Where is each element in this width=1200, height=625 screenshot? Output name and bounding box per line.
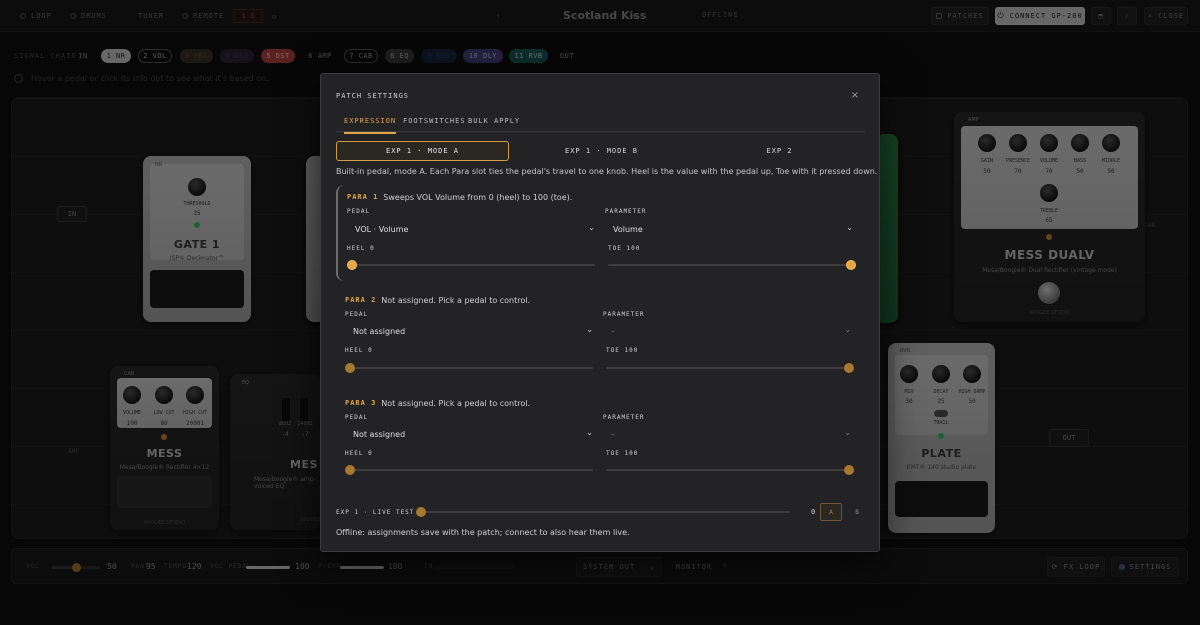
para-2-block: PARA 2 Not assigned. Pick a pedal to cont… [336, 288, 865, 384]
para-2-heel-thumb[interactable] [345, 363, 355, 373]
para-2-toe-thumb[interactable] [844, 363, 854, 373]
chevron-down-icon: ⌄ [844, 325, 851, 334]
chevron-down-icon: ⌄ [844, 428, 851, 437]
para-3-heel-label: HEEL 0 [345, 450, 373, 457]
para-3-parameter-label: PARAMETER [603, 414, 645, 421]
para-3-toe-track [606, 469, 854, 471]
para-2-toe-label: TOE 100 [606, 347, 639, 354]
para-3-toe-slider[interactable] [606, 465, 854, 475]
live-test-slider[interactable] [416, 507, 790, 517]
expression-description: Built-in pedal, mode A. Each Para slot t… [336, 167, 878, 176]
para-2-parameter-label: PARAMETER [603, 311, 645, 318]
para-2-heel-slider[interactable] [345, 363, 593, 373]
para-2-tag: PARA 2 [345, 296, 377, 304]
para-1-parameter-select[interactable]: Volume ⌄ [605, 219, 857, 239]
live-test-label: EXP 1 · LIVE TEST [336, 509, 415, 516]
para-2-toe-value: 100 [624, 347, 639, 354]
para-3-heel-value: 0 [368, 450, 373, 457]
para-1-text: Sweeps VOL Volume from 0 (heel) to 100 (… [383, 193, 573, 202]
live-test-row: EXP 1 · LIVE TEST 0 A B [336, 503, 866, 523]
chevron-down-icon: ⌄ [586, 428, 593, 437]
para-1-heel-slider[interactable] [347, 260, 595, 270]
para-3-toe-value: 100 [624, 450, 639, 457]
tab-bulk-apply[interactable]: BULK APPLY [468, 117, 520, 132]
para-3-header: PARA 3 Not assigned. Pick a pedal to cont… [345, 399, 530, 408]
para-3-heel-thumb[interactable] [345, 465, 355, 475]
para-1-block: PARA 1 Sweeps VOL Volume from 0 (heel) to… [336, 185, 865, 281]
para-1-pedal-select[interactable]: VOL · Volume ⌄ [347, 219, 599, 239]
para-1-heel-value: 0 [370, 245, 375, 252]
live-test-track [416, 511, 790, 513]
para-2-pedal-label: PEDAL [345, 311, 369, 318]
para-1-tag: PARA 1 [347, 193, 379, 201]
para-2-toe-slider[interactable] [606, 363, 854, 373]
offline-footnote: Offline: assignments save with the patch… [336, 528, 630, 537]
chevron-down-icon: ⌄ [588, 223, 595, 232]
modal-close-icon[interactable]: × [851, 90, 859, 101]
para-2-heel-value: 0 [368, 347, 373, 354]
para-3-text: Not assigned. Pick a pedal to control. [381, 399, 531, 408]
chevron-down-icon: ⌄ [846, 223, 853, 232]
segment-exp2[interactable]: EXP 2 [693, 141, 866, 161]
para-3-tag: PARA 3 [345, 399, 377, 407]
para-3-block: PARA 3 Not assigned. Pick a pedal to cont… [336, 391, 865, 487]
para-3-toe-label: TOE 100 [606, 450, 639, 457]
para-3-heel-slider[interactable] [345, 465, 593, 475]
live-test-a-button[interactable]: A [820, 503, 842, 521]
para-1-toe-track [608, 264, 856, 266]
para-1-toe-thumb[interactable] [846, 260, 856, 270]
para-1-heel-label: HEEL 0 [347, 245, 375, 252]
para-2-toe-track [606, 367, 854, 369]
modal-tabs: EXPRESSION FOOTSWITCHES BULK APPLY [336, 114, 865, 134]
para-2-pedal-select[interactable]: Not assigned ⌄ [345, 321, 597, 341]
para-3-heel-track [345, 469, 593, 471]
para-1-toe-value: 100 [626, 245, 641, 252]
para-1-toe-label: TOE 100 [608, 245, 641, 252]
live-test-value: 0 [811, 508, 817, 516]
para-3-toe-thumb[interactable] [844, 465, 854, 475]
modal-title: PATCH SETTINGS [336, 92, 410, 100]
tab-expression[interactable]: EXPRESSION [344, 117, 397, 134]
para-1-header: PARA 1 Sweeps VOL Volume from 0 (heel) to… [347, 193, 572, 202]
para-3-parameter-select[interactable]: – ⌄ [603, 424, 855, 444]
live-test-b-button[interactable]: B [848, 503, 866, 521]
para-1-heel-track [347, 264, 595, 266]
para-1-parameter-label: PARAMETER [605, 208, 647, 215]
para-2-parameter-select[interactable]: – ⌄ [603, 321, 855, 341]
para-3-pedal-select[interactable]: Not assigned ⌄ [345, 424, 597, 444]
para-3-pedal-label: PEDAL [345, 414, 369, 421]
segment-exp1-mode-b[interactable]: EXP 1 · MODE B [515, 141, 688, 161]
patch-settings-modal: PATCH SETTINGS × EXPRESSION FOOTSWITCHES… [320, 73, 880, 552]
segment-exp1-mode-a[interactable]: EXP 1 · MODE A [336, 141, 509, 161]
para-1-toe-slider[interactable] [608, 260, 856, 270]
para-1-heel-thumb[interactable] [347, 260, 357, 270]
para-2-heel-track [345, 367, 593, 369]
tab-footswitches[interactable]: FOOTSWITCHES [403, 117, 466, 132]
para-2-heel-label: HEEL 0 [345, 347, 373, 354]
chevron-down-icon: ⌄ [586, 325, 593, 334]
live-test-thumb[interactable] [416, 507, 426, 517]
para-2-header: PARA 2 Not assigned. Pick a pedal to cont… [345, 296, 530, 305]
para-1-pedal-label: PEDAL [347, 208, 371, 215]
para-2-text: Not assigned. Pick a pedal to control. [381, 296, 531, 305]
